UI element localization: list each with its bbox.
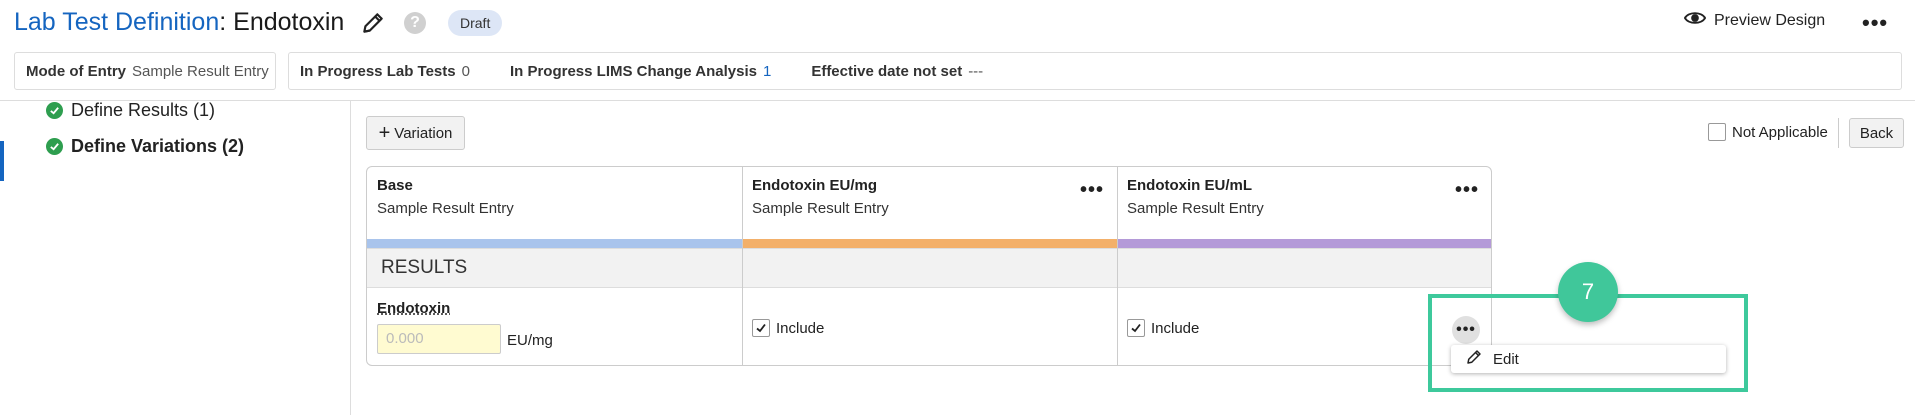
not-applicable-label: Not Applicable [1732, 123, 1828, 141]
lims-change-analysis-label: In Progress LIMS Change Analysis [509, 62, 757, 80]
column-subtitle: Sample Result Entry [377, 200, 514, 217]
result-name[interactable]: Endotoxin [377, 300, 450, 317]
checkbox-icon[interactable] [1708, 123, 1726, 141]
result-value-input[interactable]: 0.000 [377, 324, 501, 354]
preview-design-label: Preview Design [1714, 11, 1826, 29]
checkbox-icon[interactable] [1127, 319, 1145, 337]
page-title-name: Endotoxin [233, 8, 345, 36]
page-title-prefix[interactable]: Lab Test Definition [14, 8, 219, 36]
page-title-separator: : [219, 8, 234, 36]
column-color-stripe [367, 239, 742, 248]
column-subtitle: Sample Result Entry [1127, 200, 1264, 217]
active-indicator [0, 141, 4, 181]
check-circle-icon [46, 138, 63, 155]
results-section-header: RESULTS [367, 248, 1491, 288]
sidebar-item-label: Define Variations (2) [71, 136, 245, 156]
column-header-eu-ml: Endotoxin EU/mL Sample Result Entry [1117, 167, 1491, 239]
column-more-icon[interactable]: ••• [1080, 179, 1104, 202]
in-progress-tests-label: In Progress Lab Tests [300, 62, 456, 80]
column-title: Base [377, 177, 413, 194]
column-color-stripe [1117, 239, 1491, 248]
lims-change-analysis-link[interactable]: 1 [763, 63, 771, 80]
effective-date-value: --- [968, 62, 984, 80]
include-label: Include [1151, 319, 1200, 337]
column-divider [742, 167, 743, 365]
mode-of-entry-label: Mode of Entry [26, 62, 126, 80]
preview-design-button[interactable]: Preview Design [1683, 10, 1826, 31]
include-checkbox-eu-ml[interactable]: Include [1127, 319, 1199, 337]
in-progress-tests: In Progress Lab Tests 0 [300, 63, 470, 80]
help-icon[interactable]: ? [404, 12, 426, 34]
pencil-icon[interactable] [360, 10, 386, 36]
not-applicable-toggle[interactable]: Not Applicable [1708, 123, 1828, 141]
variations-grid: Base Sample Result Entry Endotoxin EU/mg… [366, 166, 1492, 366]
column-header-eu-mg: Endotoxin EU/mg Sample Result Entry [742, 167, 1117, 239]
column-more-icon[interactable]: ••• [1455, 179, 1479, 202]
sidebar-item-define-variations[interactable]: Define Variations (2) [46, 136, 244, 157]
include-checkbox-eu-mg[interactable]: Include [752, 319, 824, 337]
eye-icon [1683, 10, 1707, 31]
toolbar-divider [1838, 118, 1839, 148]
sidebar-divider [350, 101, 351, 415]
effective-date-label: Effective date not set [811, 62, 963, 80]
result-unit: EU/mg [507, 332, 553, 349]
column-color-stripe [742, 239, 1117, 248]
more-icon[interactable]: ••• [1862, 10, 1888, 36]
mode-of-entry-panel: Mode of Entry Sample Result Entry [14, 52, 276, 90]
column-title: Endotoxin EU/mg [752, 177, 877, 194]
sidebar-item-label: Define Results (1) [71, 100, 216, 120]
status-badge: Draft [448, 10, 503, 36]
lims-change-analysis: In Progress LIMS Change Analysis 1 [510, 63, 771, 80]
in-progress-tests-value: 0 [461, 62, 470, 80]
checkbox-icon[interactable] [752, 319, 770, 337]
page-title: Lab Test Definition: Endotoxin [14, 8, 344, 37]
column-title: Endotoxin EU/mL [1127, 177, 1252, 194]
check-circle-icon [46, 102, 63, 119]
back-button[interactable]: Back [1849, 118, 1904, 148]
mode-of-entry-value: Sample Result Entry [132, 62, 269, 80]
sidebar-item-define-results[interactable]: Define Results (1) [46, 100, 215, 121]
add-variation-button[interactable]: + Variation [366, 116, 465, 150]
column-subtitle: Sample Result Entry [752, 200, 889, 217]
add-variation-label: Variation [394, 124, 453, 142]
effective-date: Effective date not set --- [811, 63, 983, 80]
header-divider [0, 100, 1915, 101]
column-header-base: Base Sample Result Entry [367, 167, 742, 239]
status-panel: In Progress Lab Tests 0 In Progress LIMS … [288, 52, 1902, 90]
column-divider [1117, 167, 1118, 365]
include-label: Include [776, 319, 825, 337]
step-marker: 7 [1558, 262, 1618, 322]
plus-icon: + [378, 122, 391, 144]
